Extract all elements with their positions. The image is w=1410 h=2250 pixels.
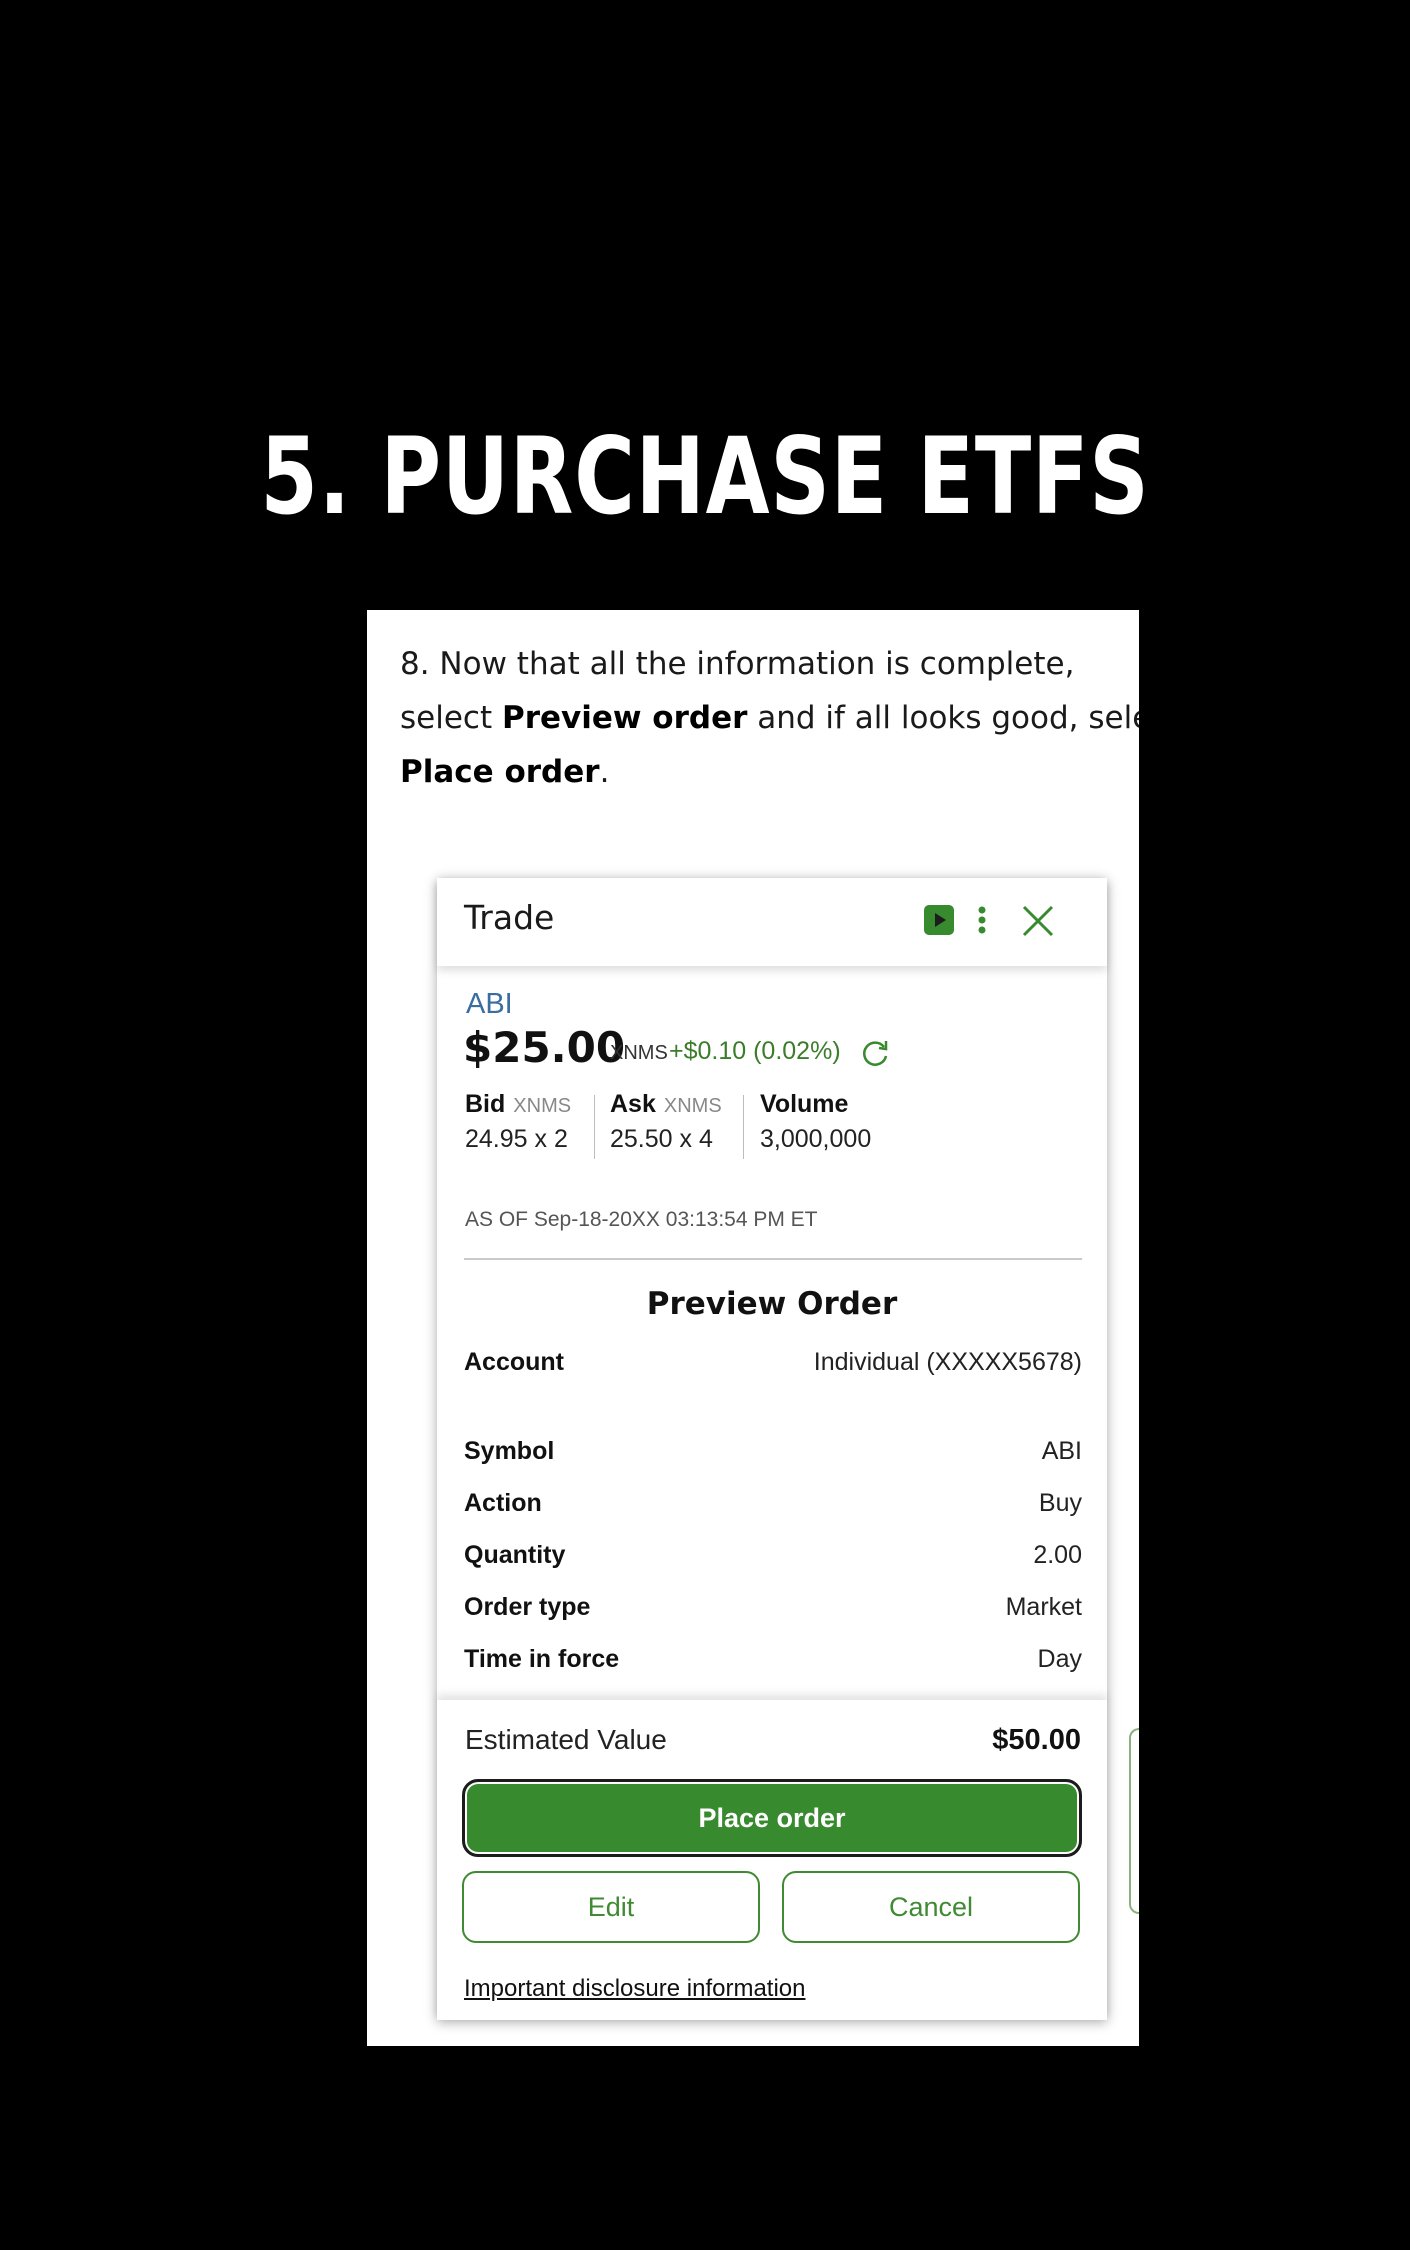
estimated-value: $50.00 <box>992 1724 1081 1756</box>
trade-card-header: Trade <box>437 878 1107 966</box>
symbol-link[interactable]: ABI <box>466 988 513 1021</box>
bid-exchange: XNMS <box>513 1095 572 1117</box>
disclosure-link[interactable]: Important disclosure information <box>464 1975 805 2003</box>
instruction-text: 8. Now that all the information is compl… <box>400 637 1139 799</box>
section-divider <box>464 1258 1082 1260</box>
price-change: +$0.10 (0.02%) <box>669 1037 841 1065</box>
price-exchange: XNMS <box>610 1042 668 1064</box>
quote-timestamp: AS OF Sep-18-20XX 03:13:54 PM ET <box>465 1208 818 1231</box>
quote-divider <box>743 1095 744 1159</box>
bid-label: Bid <box>465 1090 506 1118</box>
close-icon[interactable] <box>1022 905 1054 942</box>
order-detail-label: Action <box>464 1489 542 1517</box>
instruction-text-select: select <box>400 700 502 736</box>
order-detail-label: Symbol <box>464 1437 555 1465</box>
trade-title: Trade <box>464 898 555 937</box>
instruction-period: . <box>599 754 610 790</box>
quote-divider <box>594 1095 595 1159</box>
instruction-line-1: 8. Now that all the information is compl… <box>400 646 1075 682</box>
order-detail-label: Time in force <box>464 1645 620 1673</box>
instruction-line-2: select Preview order and if all looks go… <box>400 691 1139 745</box>
order-footer: Estimated Value $50.00 Place order Edit … <box>437 1700 1107 2020</box>
estimated-value-label: Estimated Value <box>465 1724 667 1755</box>
bid-value: 24.95 x 2 <box>465 1125 568 1153</box>
preview-order-emphasis: Preview order <box>501 700 748 736</box>
cancel-button[interactable]: Cancel <box>782 1871 1080 1943</box>
order-detail-label: Account <box>464 1348 564 1376</box>
refresh-icon[interactable] <box>860 1038 892 1073</box>
order-detail-value: ABI <box>1041 1437 1082 1465</box>
instruction-line-3: Place order. <box>400 745 1139 799</box>
volume-label: Volume <box>760 1090 849 1118</box>
order-detail-label: Quantity <box>464 1541 566 1569</box>
play-icon[interactable] <box>924 905 954 940</box>
preview-order-title: Preview Order <box>646 1286 898 1322</box>
ask-exchange: XNMS <box>663 1095 722 1117</box>
last-price: $25.00 <box>463 1023 626 1072</box>
volume-value: 3,000,000 <box>760 1125 872 1153</box>
ask-value: 25.50 x 4 <box>610 1125 713 1153</box>
bid-quote: Bid XNMS 24.95 x 2 <box>465 1090 571 1154</box>
instruction-panel: 8. Now that all the information is compl… <box>367 610 1139 2046</box>
ask-quote: Ask XNMS 25.50 x 4 <box>610 1090 722 1154</box>
page-heading: 5. PURCHASE ETFS <box>260 415 1150 538</box>
more-vertical-icon[interactable] <box>977 905 987 940</box>
place-order-emphasis: Place order <box>400 754 600 790</box>
volume-quote: Volume 3,000,000 <box>760 1090 871 1154</box>
order-detail-value: Day <box>1037 1645 1082 1673</box>
instruction-text-middle: and if all looks good, select <box>747 700 1139 736</box>
ask-label: Ask <box>610 1090 656 1118</box>
place-order-button[interactable]: Place order <box>462 1779 1082 1857</box>
order-detail-label: Order type <box>464 1593 591 1621</box>
order-detail-value: 2.00 <box>1033 1541 1082 1569</box>
order-detail-value: Individual (XXXXX5678) <box>813 1348 1082 1376</box>
edit-button[interactable]: Edit <box>462 1871 760 1943</box>
adjacent-card-edge <box>1129 1728 1139 1914</box>
order-detail-value: Buy <box>1038 1489 1082 1517</box>
order-detail-value: Market <box>1005 1593 1082 1621</box>
trade-card: Trade ABI $25.00 XNMS +$0.10 (0.02%) Bid… <box>437 878 1107 2020</box>
